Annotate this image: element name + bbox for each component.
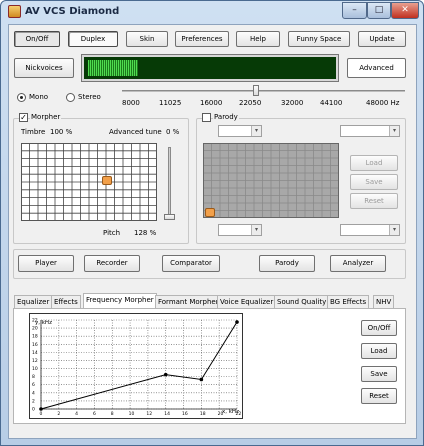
tab-sound-quality[interactable]: Sound Quality: [274, 295, 330, 308]
mono-radio[interactable]: [17, 93, 26, 102]
close-button[interactable]: ✕: [391, 2, 419, 19]
y-tick-label: 16: [32, 342, 38, 348]
analyzer-button[interactable]: Analyzer: [330, 255, 386, 272]
morpher-grid[interactable]: [21, 143, 157, 221]
onoff-button[interactable]: On/Off: [14, 31, 60, 47]
window-title: AV VCS Diamond: [25, 6, 120, 17]
rate-tick: 48000 Hz: [366, 99, 400, 107]
parody-button[interactable]: Parody: [259, 255, 315, 272]
x-tick-label: 6: [93, 411, 96, 417]
mono-label: Mono: [29, 93, 49, 101]
recorder-button[interactable]: Recorder: [84, 255, 140, 272]
pitch-value: 128 %: [134, 229, 157, 237]
fm-save-button[interactable]: Save: [361, 366, 397, 382]
x-tick-label: 8: [111, 411, 114, 417]
advanced-tune-label: Advanced tune: [109, 128, 162, 136]
timbre-label: Timbre: [21, 128, 46, 136]
parody-handle-icon[interactable]: [205, 208, 215, 217]
rate-tick: 22050: [239, 99, 262, 107]
tab-effects[interactable]: Effects: [51, 295, 81, 308]
y-tick-label: 2: [32, 398, 35, 404]
funny-space-button[interactable]: Funny Space: [288, 31, 350, 47]
x-tick-label: 18: [200, 411, 206, 417]
morpher-checkbox[interactable]: ✓: [19, 113, 28, 122]
sample-rate-thumb[interactable]: [253, 85, 259, 96]
x-tick-label: 0: [40, 411, 43, 417]
level-meter-bar: [88, 60, 138, 76]
morpher-title: Morpher: [30, 113, 62, 121]
y-tick-label: 18: [32, 334, 38, 340]
fm-load-button[interactable]: Load: [361, 343, 397, 359]
maximize-button[interactable]: □: [367, 2, 391, 19]
parody-combo-2[interactable]: ▾: [340, 125, 400, 137]
mapping-point: [199, 377, 204, 382]
minimize-button[interactable]: –: [342, 2, 367, 19]
x-tick-label: 12: [146, 411, 152, 417]
y-tick-label: 20: [32, 326, 38, 332]
x-tick-label: 2: [57, 411, 60, 417]
stereo-radio[interactable]: [66, 93, 75, 102]
sample-rate-track[interactable]: [122, 90, 405, 92]
parody-load-button[interactable]: Load: [350, 155, 398, 171]
tab-equalizer[interactable]: Equalizer: [14, 295, 53, 308]
advanced-tune-track[interactable]: [168, 147, 171, 219]
help-button[interactable]: Help: [236, 31, 280, 47]
y-tick-label: 4: [32, 390, 35, 396]
tab-frequency-morpher[interactable]: Frequency Morpher: [83, 293, 157, 309]
player-button[interactable]: Player: [18, 255, 74, 272]
parody-combo-1[interactable]: ▾: [218, 125, 262, 137]
parody-combo-4[interactable]: ▾: [340, 224, 400, 236]
duplex-button[interactable]: Duplex: [68, 31, 118, 47]
y-axis-label: y, kHz: [35, 320, 52, 326]
x-tick-label: 10: [129, 411, 135, 417]
rate-tick: 11025: [159, 99, 182, 107]
nickvoices-button[interactable]: Nickvoices: [14, 58, 74, 78]
x-axis-label: x, kHz: [222, 409, 239, 415]
parody-reset-button[interactable]: Reset: [350, 193, 398, 209]
tab-voice-equalizer[interactable]: Voice Equalizer: [217, 295, 277, 308]
pitch-label: Pitch: [103, 229, 121, 237]
rate-tick: 32000: [281, 99, 304, 107]
y-tick-label: 14: [32, 350, 38, 356]
app-icon: [8, 5, 21, 18]
advanced-button[interactable]: Advanced: [347, 58, 406, 78]
parody-title: Parody: [213, 113, 239, 121]
x-tick-label: 4: [75, 411, 78, 417]
comparator-button[interactable]: Comparator: [162, 255, 220, 272]
advanced-tune-value: 0 %: [166, 128, 180, 136]
rate-tick: 16000: [200, 99, 223, 107]
stereo-label: Stereo: [78, 93, 101, 101]
x-tick-label: 16: [182, 411, 188, 417]
mapping-point: [163, 372, 168, 377]
fm-onoff-button[interactable]: On/Off: [361, 320, 397, 336]
parody-grid[interactable]: [203, 143, 339, 218]
level-meter-frame: [81, 54, 339, 82]
x-tick-label: 14: [164, 411, 170, 417]
tab-nhv[interactable]: NHV: [373, 295, 395, 308]
y-tick-label: 10: [32, 366, 38, 372]
fm-reset-button[interactable]: Reset: [361, 388, 397, 404]
update-button[interactable]: Update: [358, 31, 406, 47]
morpher-handle-icon[interactable]: [102, 176, 112, 185]
timbre-value: 100 %: [50, 128, 73, 136]
tab-formant-morpher[interactable]: Formant Morpher: [155, 295, 222, 308]
parody-combo-3[interactable]: ▾: [218, 224, 262, 236]
parody-checkbox[interactable]: [202, 113, 211, 122]
level-meter: [84, 57, 336, 79]
mapping-point: [235, 320, 239, 324]
y-tick-label: 0: [32, 407, 35, 413]
preferences-button[interactable]: Preferences: [175, 31, 229, 47]
mapping-point: [39, 407, 43, 411]
parody-save-button[interactable]: Save: [350, 174, 398, 190]
y-tick-label: 12: [32, 358, 38, 364]
y-tick-label: 8: [32, 374, 35, 380]
rate-tick: 44100: [320, 99, 343, 107]
frequency-morpher-chart[interactable]: 0 2 4 6 8 10 12 14 16 18 20 220246810121416182022 y…: [29, 313, 243, 419]
advanced-tune-thumb[interactable]: [164, 214, 175, 220]
y-tick-label: 6: [32, 382, 35, 388]
rate-tick: 8000: [122, 99, 140, 107]
tab-bg-effects[interactable]: BG Effects: [327, 295, 370, 308]
skin-button[interactable]: Skin: [126, 31, 168, 47]
